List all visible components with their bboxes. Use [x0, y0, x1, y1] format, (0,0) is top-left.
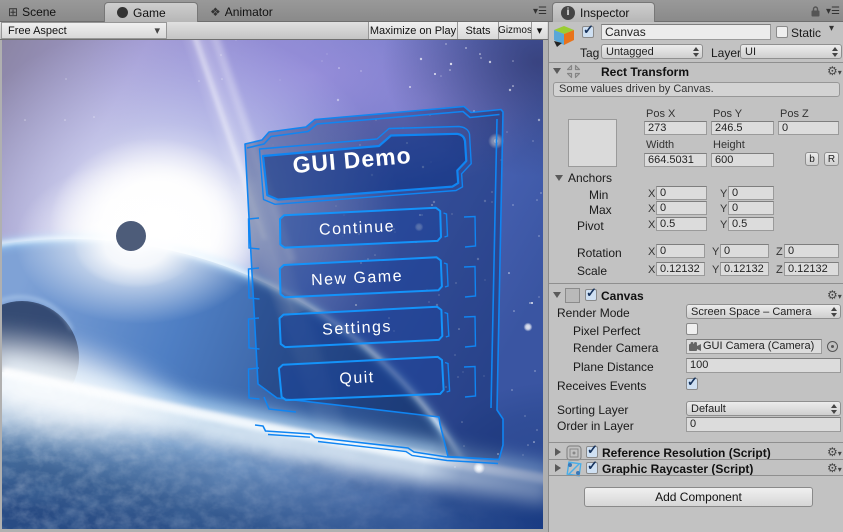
svg-text:Quit: Quit — [339, 369, 375, 388]
svg-text:Settings: Settings — [322, 318, 393, 338]
